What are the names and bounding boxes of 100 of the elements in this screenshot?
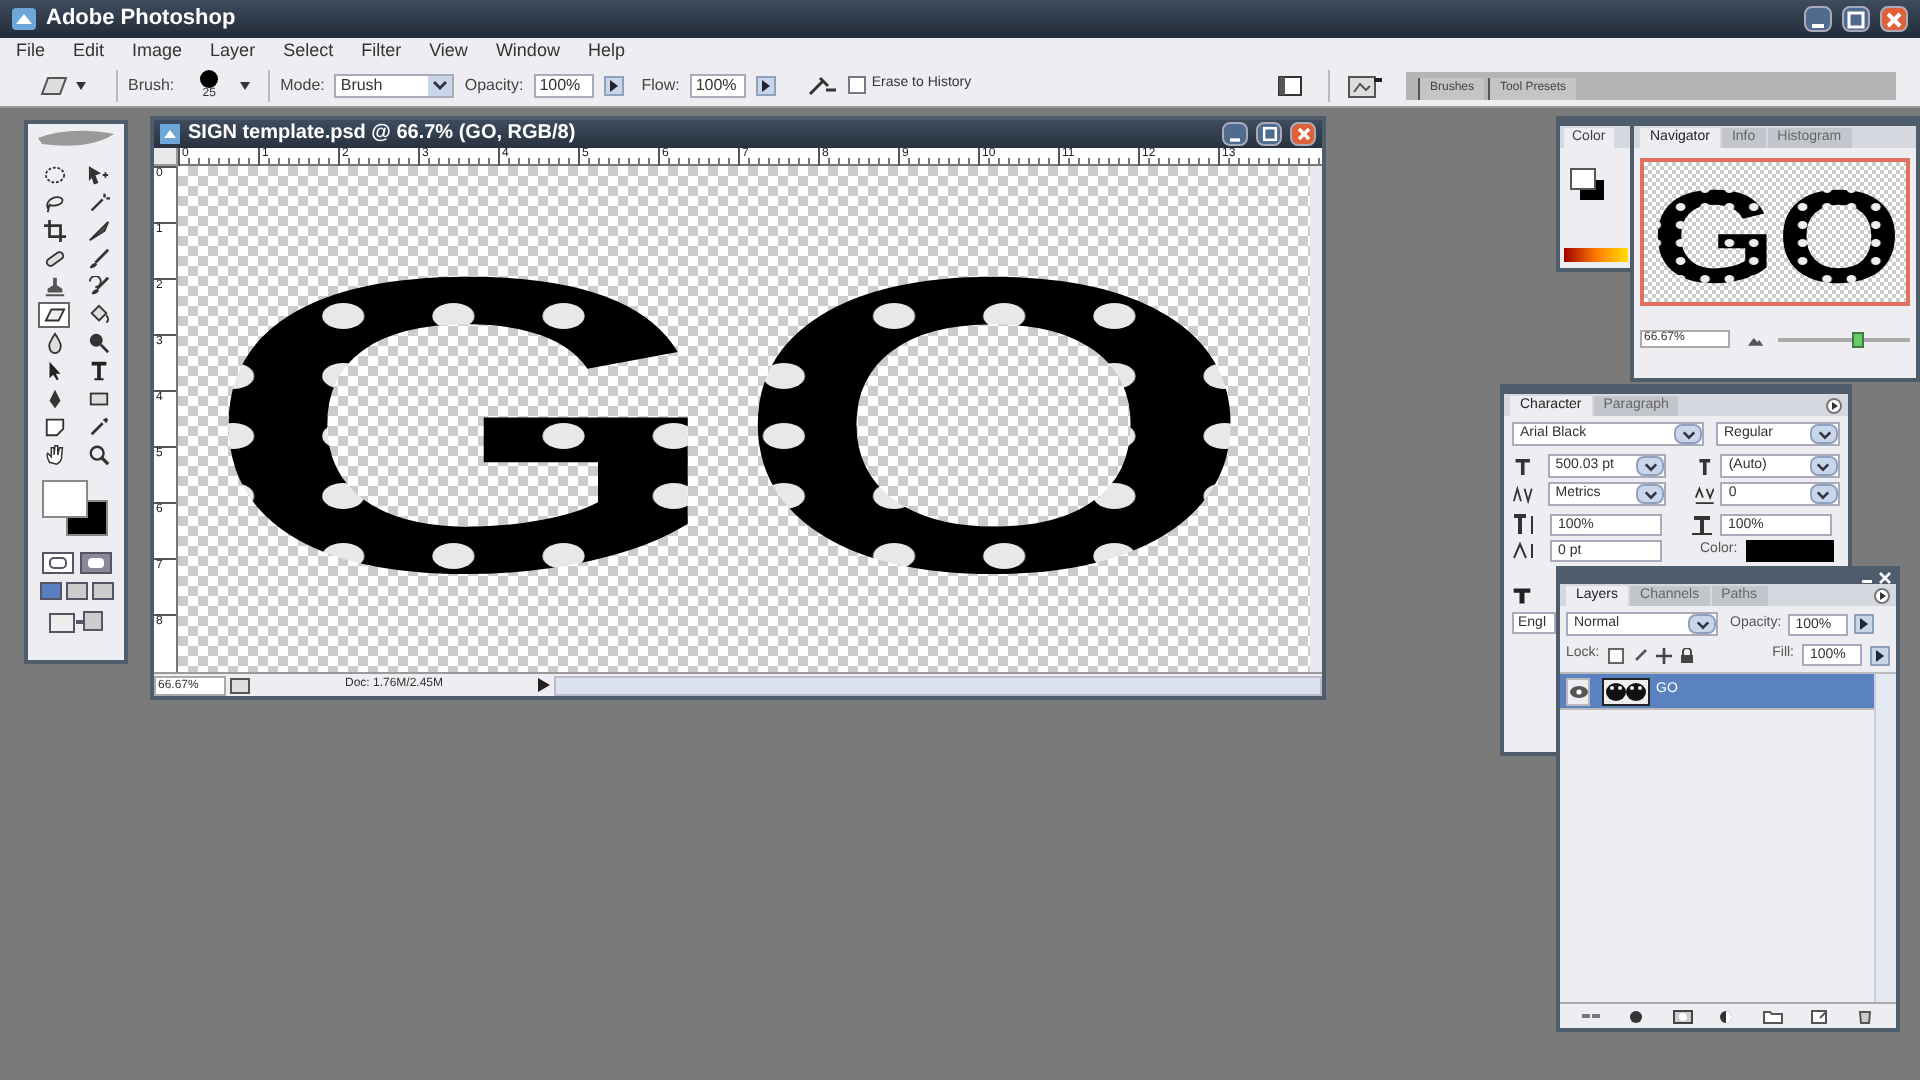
menu-item[interactable]: Layer: [210, 42, 256, 60]
baseline-shift-icon: [1512, 540, 1536, 562]
menu-item[interactable]: File: [16, 42, 46, 60]
tool-button[interactable]: [38, 218, 70, 244]
maximize-icon: [1259, 124, 1279, 144]
caret-icon[interactable]: [240, 81, 251, 89]
caret-icon: [1695, 619, 1709, 629]
faux-bold-icon[interactable]: [1512, 586, 1532, 606]
menu-item[interactable]: Filter: [361, 42, 402, 60]
type-tool-icon: [87, 360, 109, 382]
flow-field[interactable]: 100%: [689, 73, 746, 97]
dropdown-button[interactable]: [1688, 614, 1716, 634]
text-color-swatch[interactable]: [1746, 540, 1834, 562]
visibility-toggle[interactable]: [1566, 677, 1590, 705]
trash-icon[interactable]: [1853, 1009, 1876, 1023]
palette-toggle-icon[interactable]: [1278, 75, 1302, 95]
menu-item[interactable]: Edit: [73, 42, 105, 60]
dropdown-button[interactable]: [1636, 484, 1665, 504]
minimize-button[interactable]: [1804, 6, 1832, 32]
new-layer-icon[interactable]: [1808, 1009, 1831, 1023]
flow-label: Flow:: [641, 73, 680, 97]
document-status-icon[interactable]: [230, 677, 250, 693]
slider-thumb[interactable]: [1851, 331, 1864, 347]
kerning-icon: [1512, 483, 1534, 505]
color-ramp[interactable]: [1564, 248, 1628, 262]
panel-menu-icon[interactable]: [1826, 398, 1842, 414]
close-icon[interactable]: [1878, 571, 1892, 583]
brush-icon: [87, 248, 109, 270]
caret-icon: [1643, 461, 1658, 471]
marquee-icon: [43, 164, 65, 186]
drop-icon: [43, 332, 65, 354]
zoom-out-icon[interactable]: [1748, 333, 1765, 345]
play-arrow-icon: [609, 79, 618, 91]
lock-icon[interactable]: [1679, 647, 1694, 663]
slider-button[interactable]: [1870, 645, 1890, 665]
brush-tip-icon: [200, 70, 219, 88]
dropdown-button[interactable]: [1810, 424, 1838, 444]
minimize-button[interactable]: [1222, 122, 1248, 146]
eraser-icon[interactable]: [40, 75, 68, 95]
play-arrow-icon[interactable]: [538, 678, 550, 692]
jump-to-app-icon[interactable]: [48, 610, 104, 634]
menu-item[interactable]: Window: [495, 42, 560, 60]
move-icon[interactable]: [1655, 647, 1672, 663]
paint-bucket-icon: [87, 304, 109, 326]
eye-icon: [1569, 685, 1587, 697]
menu-item[interactable]: Select: [283, 42, 334, 60]
mask-icon[interactable]: [1671, 1009, 1694, 1023]
close-button[interactable]: [1290, 122, 1316, 146]
maximize-button[interactable]: [1842, 6, 1870, 32]
menu-item[interactable]: View: [429, 42, 468, 60]
caret-icon: [1643, 489, 1658, 499]
opacity-label: Opacity:: [464, 73, 524, 97]
opacity-field[interactable]: 100%: [533, 73, 594, 97]
vertical-scale-icon: [1512, 514, 1536, 536]
menu-item[interactable]: Image: [132, 42, 183, 60]
lasso-icon: [43, 192, 65, 214]
stamp-icon: [43, 276, 65, 298]
mode-dropdown[interactable]: Brush: [334, 73, 455, 97]
window-title: Adobe Photoshop: [46, 4, 236, 35]
folder-icon[interactable]: [1762, 1009, 1785, 1023]
quick-mask-icon[interactable]: [79, 552, 111, 574]
dropdown-button[interactable]: [1809, 456, 1838, 476]
maximize-icon: [1844, 7, 1868, 31]
erase-to-history-checkbox[interactable]: [847, 76, 866, 94]
vertical-scrollbar[interactable]: [1874, 674, 1896, 1002]
menu-item[interactable]: Help: [587, 42, 625, 60]
tool-button[interactable]: [38, 302, 70, 328]
play-arrow-icon: [1859, 618, 1868, 630]
image-export-icon[interactable]: [1348, 72, 1384, 98]
caret-icon: [1817, 429, 1831, 439]
airbrush-icon[interactable]: [805, 73, 838, 97]
rectangle-icon: [87, 388, 109, 410]
slider-button[interactable]: [1853, 614, 1874, 634]
layer-style-icon[interactable]: [1625, 1009, 1648, 1023]
caret-icon: [428, 75, 453, 95]
slider-button[interactable]: [755, 75, 776, 95]
brush-icon[interactable]: [1631, 647, 1648, 663]
horizontal-scrollbar[interactable]: [554, 675, 1322, 695]
eraser-icon: [43, 304, 65, 326]
dropdown-button[interactable]: [1809, 484, 1838, 504]
maximize-button[interactable]: [1256, 122, 1282, 146]
magic-wand-icon: [87, 192, 109, 214]
screen-mode-icon[interactable]: [65, 582, 87, 600]
dropdown-button[interactable]: [1674, 424, 1702, 444]
screen-mode-icon[interactable]: [91, 582, 113, 600]
color-swatches-icon[interactable]: [42, 480, 110, 536]
standard-mode-icon[interactable]: [41, 552, 73, 574]
dropdown-button[interactable]: [1636, 456, 1665, 476]
slider-button[interactable]: [603, 75, 624, 95]
link-icon[interactable]: [1579, 1009, 1602, 1023]
document-title: SIGN template.psd @ 66.7% (GO, RGB/8): [188, 124, 576, 144]
move-icon: [87, 164, 109, 186]
mode-label: Mode:: [280, 73, 325, 97]
screen-mode-icon[interactable]: [39, 582, 61, 600]
close-button[interactable]: [1880, 6, 1908, 32]
panel-menu-icon[interactable]: [1874, 588, 1890, 604]
caret-icon[interactable]: [76, 81, 86, 89]
color-swatches-icon[interactable]: [1570, 168, 1606, 200]
play-arrow-icon: [761, 79, 770, 91]
lock-transparency-icon[interactable]: [1607, 647, 1624, 663]
